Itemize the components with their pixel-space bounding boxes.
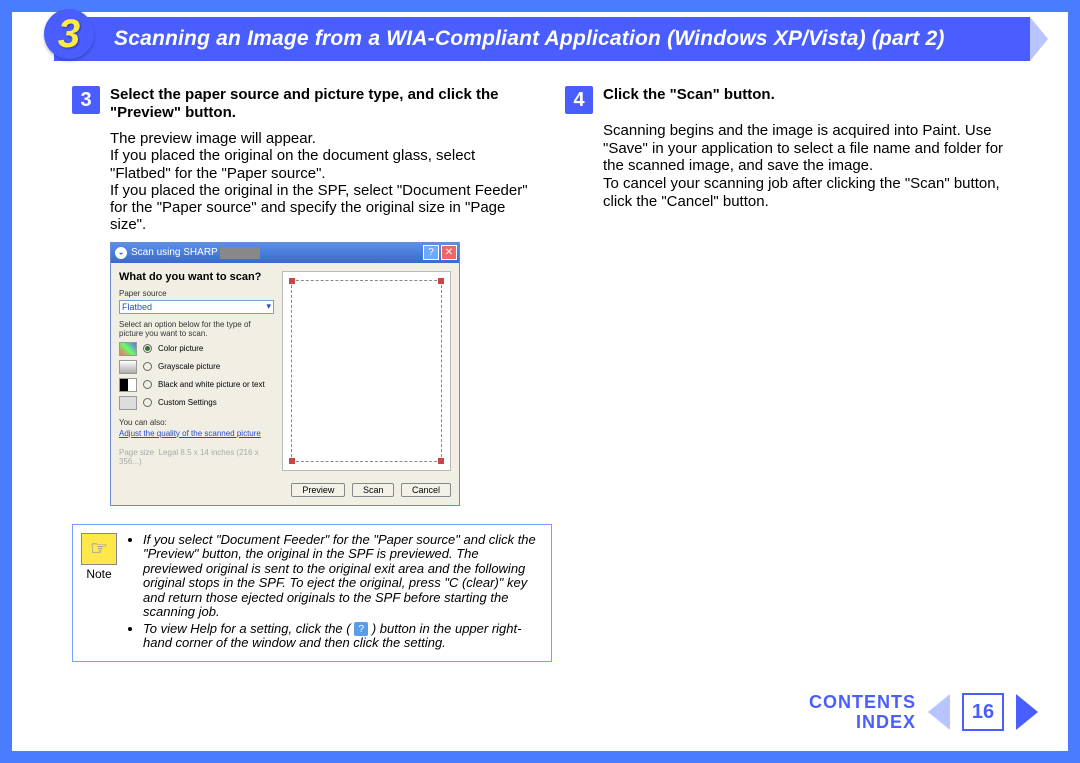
dialog-left-panel: What do you want to scan? Paper source F… (119, 271, 274, 471)
scan-button[interactable]: Scan (352, 483, 395, 497)
dialog-question: What do you want to scan? (119, 271, 274, 283)
option-label: Custom Settings (158, 398, 217, 407)
dialog-buttons: Preview Scan Cancel (111, 479, 459, 505)
option-grayscale-picture[interactable]: Grayscale picture (119, 360, 274, 374)
footer-links: CONTENTS INDEX (809, 692, 916, 733)
step-4-body: Scanning begins and the image is acquire… (603, 122, 1028, 210)
paper-source-select[interactable]: Flatbed (119, 300, 274, 314)
option-bw-picture[interactable]: Black and white picture or text (119, 378, 274, 392)
handle-icon[interactable] (289, 458, 295, 464)
handle-icon[interactable] (438, 458, 444, 464)
page-number: 16 (962, 693, 1004, 731)
radio-icon (143, 380, 152, 389)
radio-icon (143, 362, 152, 371)
option-label: Grayscale picture (158, 362, 220, 371)
left-column: 3 Select the paper source and picture ty… (72, 86, 535, 518)
color-picture-icon (119, 342, 137, 356)
page-frame: 3 Scanning an Image from a WIA-Compliant… (0, 0, 1080, 763)
page-title: Scanning an Image from a WIA-Compliant A… (54, 17, 1030, 61)
step-3-body: The preview image will appear. If you pl… (110, 130, 535, 234)
dialog-help-button[interactable]: ? (423, 245, 439, 260)
contents-link[interactable]: CONTENTS (809, 692, 916, 713)
step-4-header: 4 Click the "Scan" button. (565, 86, 1028, 114)
dialog-titlebar: ◒ Scan using SHARP ? ✕ (111, 243, 459, 263)
index-link[interactable]: INDEX (809, 712, 916, 733)
handle-icon[interactable] (289, 278, 295, 284)
step-number-3: 3 (72, 86, 100, 114)
note-item-1: If you select "Document Feeder" for the … (143, 533, 541, 620)
bw-picture-icon (119, 378, 137, 392)
help-icon: ? (354, 622, 368, 636)
title-banner: 3 Scanning an Image from a WIA-Compliant… (54, 12, 1048, 66)
prev-page-button[interactable] (928, 694, 950, 730)
note-box: ☞ Note If you select "Document Feeder" f… (72, 524, 552, 662)
next-page-button[interactable] (1016, 694, 1038, 730)
step-3-header: 3 Select the paper source and picture ty… (72, 86, 535, 122)
radio-icon (143, 398, 152, 407)
section-number-badge: 3 (44, 9, 94, 59)
title-arrow-icon (1030, 17, 1048, 61)
step-3-title: Select the paper source and picture type… (110, 86, 535, 122)
footer-nav: CONTENTS INDEX 16 (809, 692, 1038, 733)
page-size-row: Page size Legal 8.5 x 14 inches (216 x 3… (119, 448, 274, 466)
preview-button[interactable]: Preview (291, 483, 345, 497)
option-label: Color picture (158, 344, 203, 353)
page-inner: 3 Scanning an Image from a WIA-Compliant… (12, 12, 1068, 751)
paper-source-label: Paper source (119, 289, 274, 298)
radio-icon (143, 344, 152, 353)
dialog-body: What do you want to scan? Paper source F… (111, 263, 459, 479)
option-custom-settings[interactable]: Custom Settings (119, 396, 274, 410)
content-columns: 3 Select the paper source and picture ty… (12, 66, 1068, 518)
note-item-2: To view Help for a setting, click the ( … (143, 622, 541, 651)
page-size-label: Page size (119, 448, 154, 457)
dialog-title-mask (220, 247, 260, 259)
custom-settings-icon (119, 396, 137, 410)
cancel-button[interactable]: Cancel (401, 483, 451, 497)
note-left: ☞ Note (81, 533, 117, 653)
note-body: If you select "Document Feeder" for the … (129, 533, 541, 653)
note-label: Note (81, 567, 117, 581)
pointer-icon: ☞ (81, 533, 117, 565)
step-number-4: 4 (565, 86, 593, 114)
dialog-close-button[interactable]: ✕ (441, 245, 457, 260)
selection-rectangle[interactable] (291, 280, 442, 462)
option-color-picture[interactable]: Color picture (119, 342, 274, 356)
step-4-title: Click the "Scan" button. (603, 86, 775, 104)
handle-icon[interactable] (438, 278, 444, 284)
wia-scan-dialog: ◒ Scan using SHARP ? ✕ What do you want … (110, 242, 460, 506)
grayscale-picture-icon (119, 360, 137, 374)
dialog-title: Scan using SHARP (131, 247, 218, 258)
adjust-quality-link[interactable]: Adjust the quality of the scanned pictur… (119, 429, 274, 438)
you-can-also-label: You can also: (119, 418, 274, 427)
scanner-icon: ◒ (115, 247, 127, 259)
option-label: Black and white picture or text (158, 380, 265, 389)
preview-area[interactable] (282, 271, 451, 471)
right-column: 4 Click the "Scan" button. Scanning begi… (565, 86, 1028, 518)
dialog-subtext: Select an option below for the type of p… (119, 320, 274, 338)
